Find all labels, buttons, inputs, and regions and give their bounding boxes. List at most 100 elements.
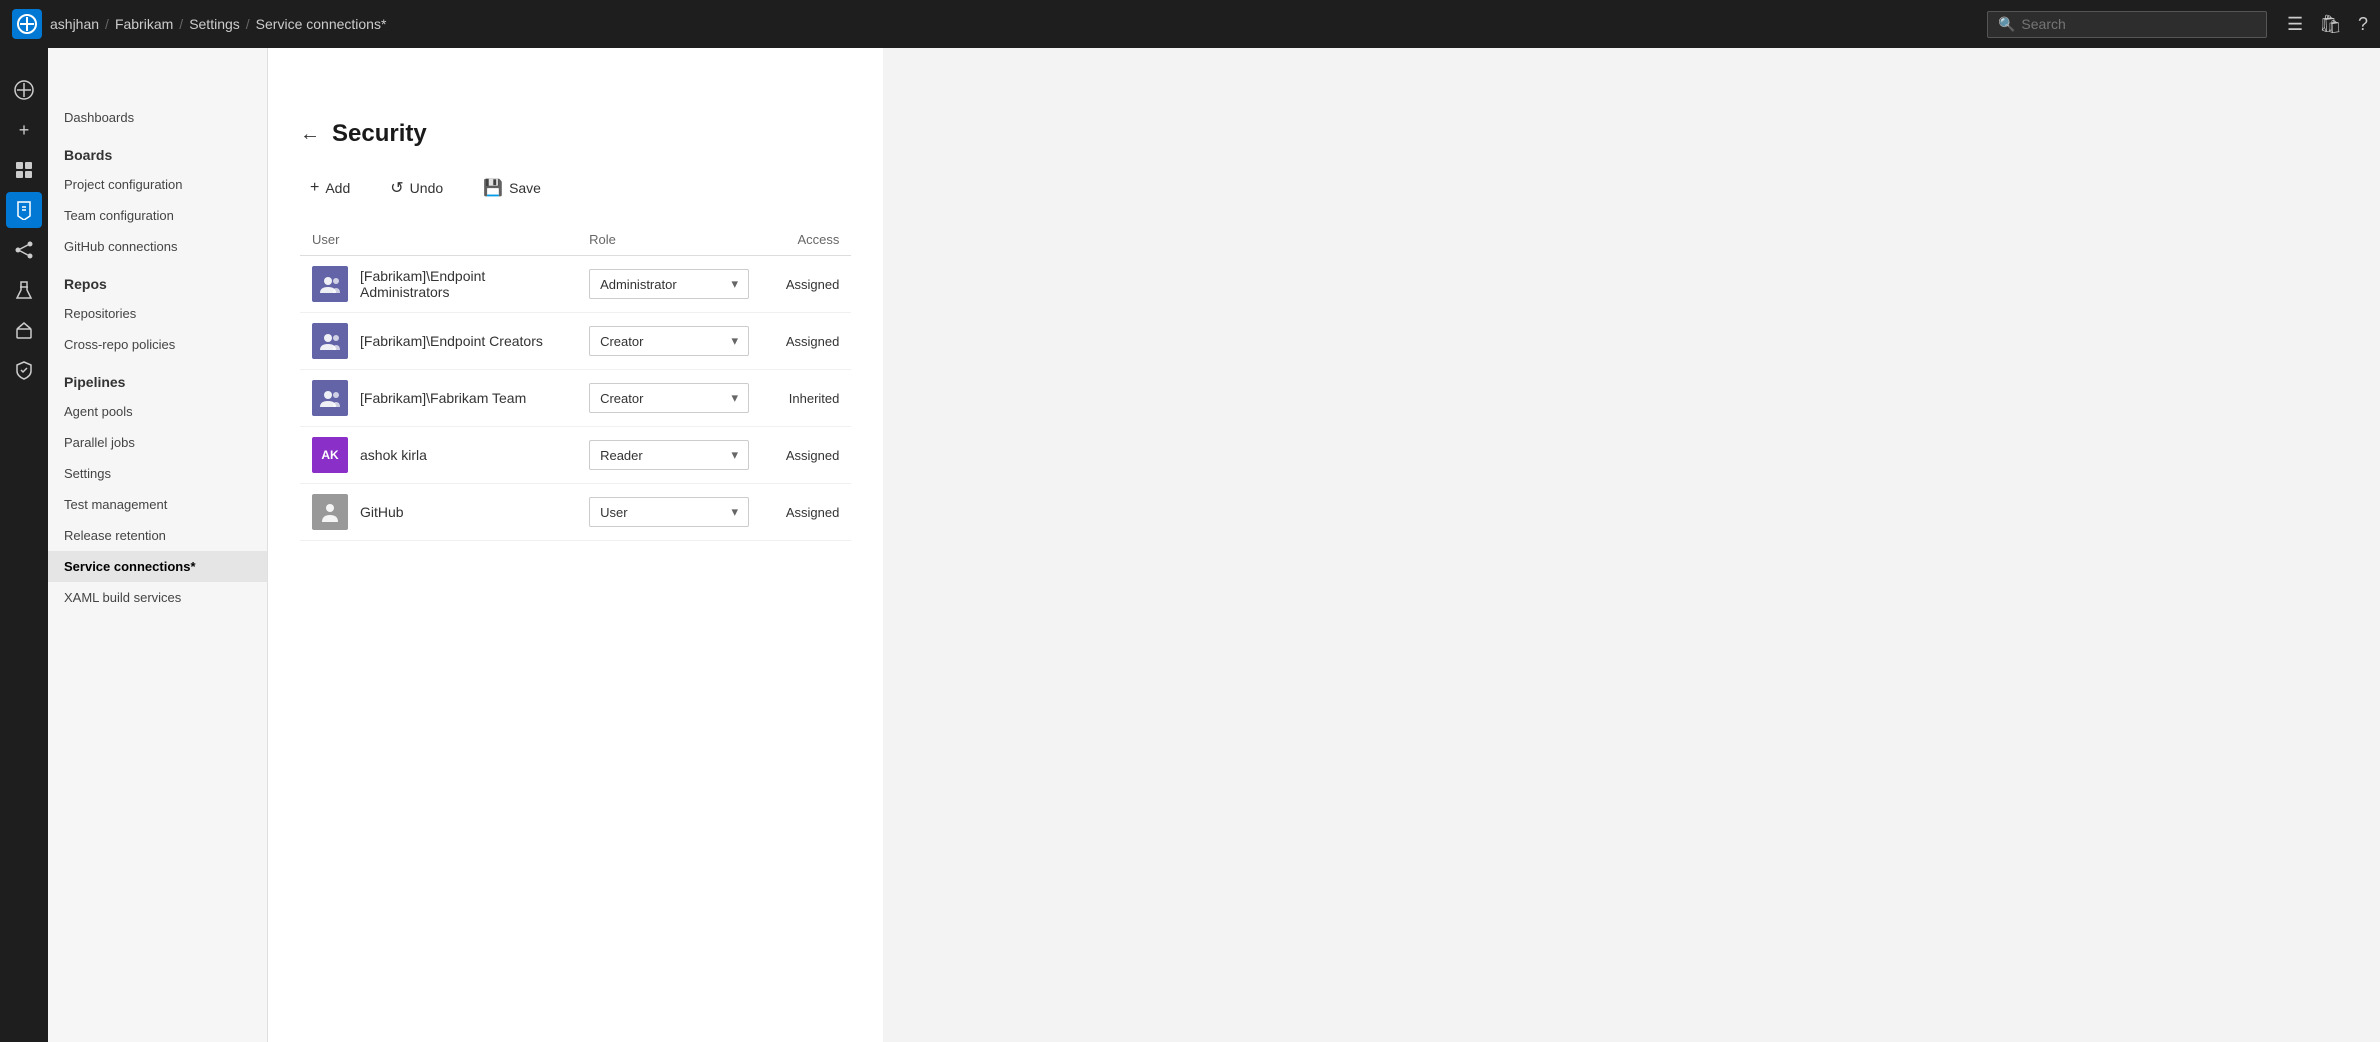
nav-icon-boards[interactable] [6,152,42,188]
page-header: ← Security [300,120,851,148]
nav-icon-home[interactable] [6,72,42,108]
chevron-down-icon: ▾ [732,447,739,463]
breadcrumb-settings[interactable]: Settings [189,16,240,32]
save-button[interactable]: 💾 Save [473,172,551,204]
nav-icon-security[interactable] [6,352,42,388]
chevron-down-icon: ▾ [732,390,739,406]
user-name: [Fabrikam]\Fabrikam Team [360,390,526,406]
sidebar-item-parallel-jobs[interactable]: Parallel jobs [48,427,267,458]
access-cell-2: Inherited [761,370,851,427]
breadcrumb: ashjhan / Fabrikam / Settings / Service … [50,16,386,32]
sidebar-section-repos: Repos [48,262,267,298]
sidebar-item-release-retention[interactable]: Release retention [48,520,267,551]
search-icon: 🔍 [1998,16,2015,33]
add-icon: + [310,179,319,197]
role-select-2[interactable]: Creator ▾ [589,383,749,413]
sidebar: Dashboards Boards Project configuration … [48,48,268,1042]
role-value: User [600,505,627,520]
chevron-down-icon: ▾ [732,276,739,292]
user-avatar [312,380,348,416]
nav-icon-test[interactable] [6,272,42,308]
col-header-access: Access [761,224,851,256]
access-cell-4: Assigned [761,484,851,541]
user-avatar [312,266,348,302]
col-header-user: User [300,224,577,256]
role-select-3[interactable]: Reader ▾ [589,440,749,470]
list-icon[interactable]: ☰ [2287,14,2303,35]
undo-button[interactable]: ↺ Undo [380,172,453,204]
table-row: [Fabrikam]\Fabrikam Team Creator ▾ Inher… [300,370,851,427]
access-cell-1: Assigned [761,313,851,370]
access-cell-0: Assigned [761,256,851,313]
sidebar-item-project-config[interactable]: Project configuration [48,169,267,200]
sidebar-item-team-config[interactable]: Team configuration [48,200,267,231]
access-badge: Assigned [786,505,839,520]
breadcrumb-service-connections[interactable]: Service connections* [256,16,387,32]
table-row: [Fabrikam]\Endpoint Creators Creator ▾ A… [300,313,851,370]
user-cell-0: [Fabrikam]\Endpoint Administrators [300,256,577,313]
user-cell-1: [Fabrikam]\Endpoint Creators [300,313,577,370]
role-value: Reader [600,448,643,463]
access-cell-3: Assigned [761,427,851,484]
undo-icon: ↺ [390,178,403,198]
search-box[interactable]: 🔍 [1987,11,2267,38]
sidebar-item-settings[interactable]: Settings [48,458,267,489]
role-cell-4: User ▾ [577,484,761,541]
user-cell-3: AK ashok kirla [300,427,577,484]
role-cell-1: Creator ▾ [577,313,761,370]
save-icon: 💾 [483,178,503,198]
access-badge: Inherited [789,391,840,406]
role-select-0[interactable]: Administrator ▾ [589,269,749,299]
breadcrumb-fabrikam[interactable]: Fabrikam [115,16,173,32]
user-cell-2: [Fabrikam]\Fabrikam Team [300,370,577,427]
role-cell-2: Creator ▾ [577,370,761,427]
left-nav-strip: + [0,0,48,1042]
sidebar-dashboards[interactable]: Dashboards [48,96,267,133]
sidebar-section-pipelines: Pipelines [48,360,267,396]
user-avatar: AK [312,437,348,473]
role-select-4[interactable]: User ▾ [589,497,749,527]
search-input[interactable] [2021,16,2256,32]
col-header-role: Role [577,224,761,256]
table-row: [Fabrikam]\Endpoint Administrators Admin… [300,256,851,313]
table-row: GitHub User ▾ Assigned [300,484,851,541]
role-value: Creator [600,334,643,349]
user-name: ashok kirla [360,447,427,463]
user-cell-4: GitHub [300,484,577,541]
nav-icon-artifacts[interactable] [6,312,42,348]
help-icon[interactable]: ? [2358,14,2368,35]
sidebar-item-service-connections[interactable]: Service connections* [48,551,267,582]
role-cell-0: Administrator ▾ [577,256,761,313]
nav-icon-pipelines[interactable] [6,232,42,268]
access-badge: Assigned [786,448,839,463]
toolbar: + Add ↺ Undo 💾 Save [300,172,851,204]
page-title: Security [332,120,427,148]
access-badge: Assigned [786,277,839,292]
topbar-icons: ☰ 🛍 ? [2287,14,2368,35]
table-row: AK ashok kirla Reader ▾ Assigned [300,427,851,484]
topbar: ashjhan / Fabrikam / Settings / Service … [0,0,2380,48]
access-badge: Assigned [786,334,839,349]
breadcrumb-ashjhan[interactable]: ashjhan [50,16,99,32]
nav-icon-add[interactable]: + [6,112,42,148]
add-button[interactable]: + Add [300,173,360,203]
app-logo [12,9,42,39]
user-name: GitHub [360,504,404,520]
role-select-1[interactable]: Creator ▾ [589,326,749,356]
sidebar-section-boards: Boards [48,133,267,169]
sidebar-item-github-connections[interactable]: GitHub connections [48,231,267,262]
sidebar-item-test-management[interactable]: Test management [48,489,267,520]
sidebar-item-repositories[interactable]: Repositories [48,298,267,329]
back-button[interactable]: ← [300,123,320,146]
chevron-down-icon: ▾ [732,333,739,349]
sidebar-item-cross-repo[interactable]: Cross-repo policies [48,329,267,360]
role-value: Creator [600,391,643,406]
sidebar-item-xaml[interactable]: XAML build services [48,582,267,613]
nav-icon-repos[interactable] [6,192,42,228]
bag-icon[interactable]: 🛍 [2319,14,2342,35]
sidebar-item-agent-pools[interactable]: Agent pools [48,396,267,427]
user-avatar [312,323,348,359]
main-content: ← Security + Add ↺ Undo 💾 Save [268,48,883,1042]
user-name: [Fabrikam]\Endpoint Creators [360,333,543,349]
security-table: User Role Access [Fabrikam]\Endpoint Adm… [300,224,851,541]
